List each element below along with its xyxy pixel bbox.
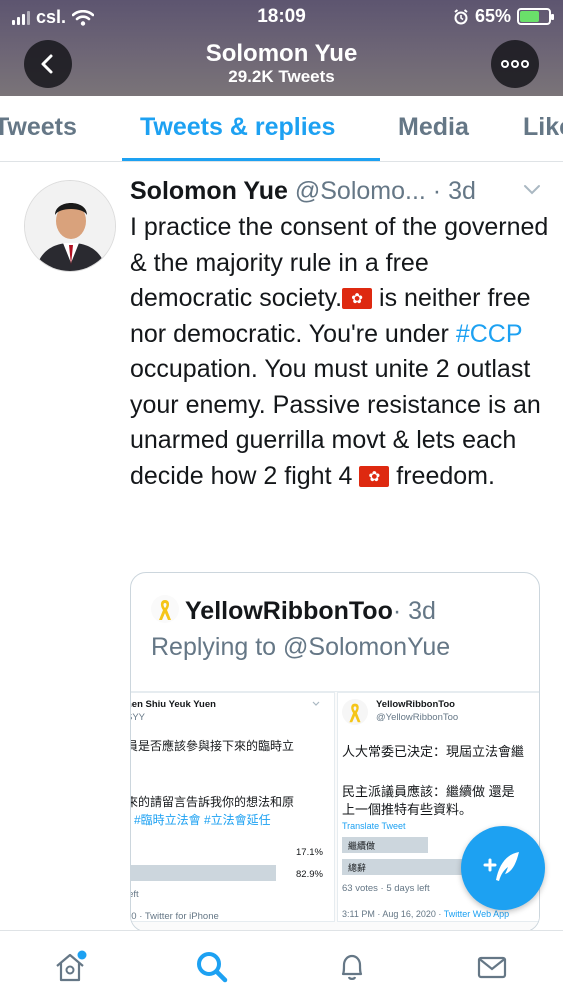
left-panel-hashtags: #臨時立法會 #立法會延任 <box>134 813 271 827</box>
compose-feather-icon <box>483 852 519 881</box>
poll-option-1: 繼續做 <box>348 841 376 851</box>
tweet-text: I practice the consent of the governed &… <box>130 210 555 494</box>
compose-tweet-button[interactable] <box>461 826 545 910</box>
right-panel-handle: @YellowRibbonToo <box>376 712 459 723</box>
author-name[interactable]: Solomon Yue <box>130 177 288 205</box>
home-icon <box>56 950 87 982</box>
hong-kong-flag-icon <box>342 288 373 309</box>
tab-likes[interactable]: Likes <box>523 113 563 142</box>
profile-header: csl. 18:09 65% Solomon Yue 29.2K Tweets <box>0 0 563 96</box>
hong-kong-flag-icon <box>359 465 390 487</box>
translate-link: Translate Tweet <box>342 821 406 831</box>
quoted-tweet-header: YellowRibbonToo· 3d <box>151 595 436 626</box>
author-handle[interactable]: @Solomo... <box>295 177 426 205</box>
left-panel-name: hen Shiu Yeuk Yuen <box>130 699 216 710</box>
chevron-down-icon[interactable] <box>523 184 541 196</box>
battery-percent: 65% <box>474 6 511 26</box>
nav-notifications[interactable] <box>332 947 372 987</box>
more-icon <box>501 60 529 68</box>
tweet-age: · 3d <box>432 177 476 205</box>
right-panel-timestamp: 3:11 PM · Aug 16, 2020 · Twitter Web App <box>342 909 509 919</box>
quoted-tweet-age: · 3d <box>392 597 436 625</box>
right-panel-line1: 人大常委已決定：現屆立法會繼 <box>342 744 525 759</box>
status-bar: csl. 18:09 65% <box>0 0 563 34</box>
poll-percent-1: 17.1% <box>296 847 323 858</box>
more-button[interactable] <box>491 40 539 88</box>
poll-time-left: left <box>131 889 139 900</box>
avatar[interactable] <box>24 180 116 272</box>
left-panel-handle: SYY <box>131 712 146 723</box>
replying-to: Replying to @SolomonYue <box>151 633 451 661</box>
timestamp-text: 3:11 PM · Aug 16, 2020 · <box>342 909 444 919</box>
left-panel-line2: 來的請留言告訴我你的想法和原 <box>130 795 295 809</box>
quoted-author-name: YellowRibbonToo <box>185 597 393 625</box>
poll-bar-2 <box>131 865 276 881</box>
search-icon <box>197 952 228 983</box>
tab-tweets[interactable]: Tweets <box>0 113 77 142</box>
bell-icon <box>341 954 363 980</box>
left-panel-footer: 20 · Twitter for iPhone <box>130 911 219 922</box>
quoted-avatar-ribbon-icon <box>151 595 179 623</box>
active-tab-indicator <box>122 158 380 161</box>
hashtag-link[interactable]: #CCP <box>456 320 522 348</box>
source-text: Twitter Web App <box>443 909 510 919</box>
avatar-image <box>25 181 115 271</box>
left-panel-line1: 員是否應該參與接下來的臨時立 <box>130 739 295 753</box>
poll-option-2: 總辭 <box>348 863 367 873</box>
ribbon-avatar-icon <box>342 699 368 725</box>
bottom-navigation <box>0 930 563 1001</box>
tweet-text-part: freedom. <box>389 461 495 490</box>
nav-home[interactable] <box>50 947 90 987</box>
nav-messages[interactable] <box>472 947 512 987</box>
right-panel-line2: 民主派議員應該：繼續做 還是 <box>342 784 515 799</box>
tweet-header: Solomon Yue @Solomo... · 3d <box>130 177 550 209</box>
chevron-down-icon <box>312 701 320 706</box>
nav-search[interactable] <box>192 947 232 987</box>
alarm-icon <box>454 8 468 24</box>
profile-tabs: Tweets Tweets & replies Media Likes <box>0 96 563 162</box>
screenshot-left-panel: hen Shiu Yeuk Yuen SYY 員是否應該參與接下來的臨時立 來的… <box>130 692 335 922</box>
poll-percent-2: 82.9% <box>296 869 323 880</box>
mail-icon <box>477 956 507 979</box>
page-title: Solomon Yue <box>205 40 358 67</box>
tab-tweets-replies[interactable]: Tweets & replies <box>140 113 335 142</box>
right-panel-line3: 上一個推特有些資料。 <box>342 802 473 817</box>
tweet-count: 29.2K Tweets <box>228 67 335 86</box>
battery-icon <box>517 8 554 25</box>
right-panel-name: YellowRibbonToo <box>376 699 455 710</box>
poll-votes: 63 votes · 5 days left <box>342 883 430 894</box>
tab-media[interactable]: Media <box>398 113 469 142</box>
